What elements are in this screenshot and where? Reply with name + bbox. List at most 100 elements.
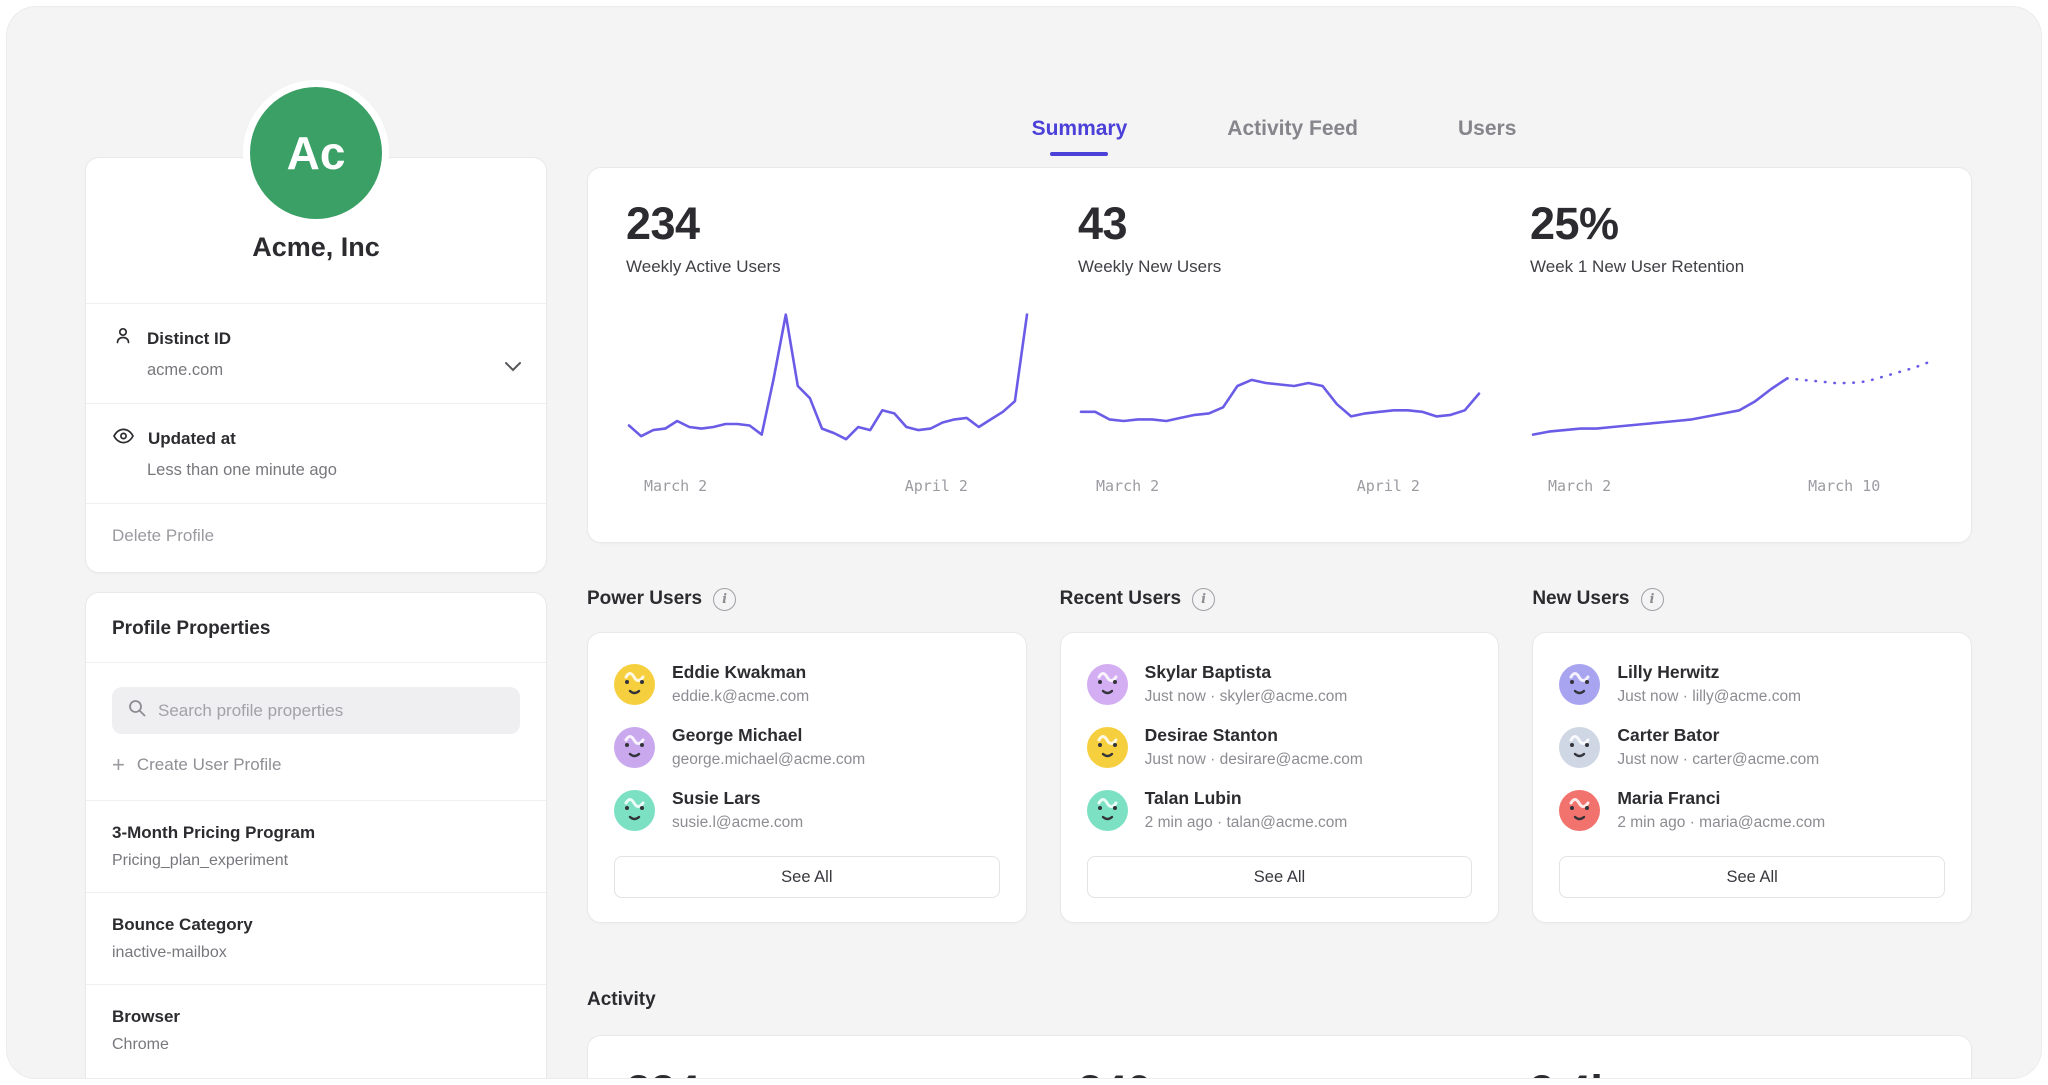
x-tick: March 2 (1548, 477, 1611, 495)
person-icon (112, 325, 134, 352)
user-name: Eddie Kwakman (672, 662, 809, 683)
user-row[interactable]: Lilly Herwitz Just now · lilly@acme.com (1559, 662, 1945, 706)
weekly-new-users-sparkline (1078, 307, 1482, 465)
eye-icon (112, 425, 135, 452)
user-row[interactable]: Carter Bator Just now · carter@acme.com (1559, 725, 1945, 769)
user-row[interactable]: Skylar Baptista Just now · skyler@acme.c… (1087, 662, 1473, 706)
user-section: Power Users i Eddie Kwakman eddie.k@acme… (587, 585, 1027, 923)
field-value: acme.com (147, 361, 520, 380)
stat-weekly-new-users: 43 Weekly New Users March 2 April 2 (1078, 198, 1482, 522)
tab-users[interactable]: Users (1458, 117, 1516, 156)
activity-card: 234 240 3.4k (587, 1035, 1972, 1079)
search-input[interactable] (158, 701, 505, 721)
property-name: Browser (112, 1007, 520, 1027)
stat-label: Week 1 New User Retention (1530, 257, 1933, 277)
user-name: Maria Franci (1617, 788, 1825, 809)
create-user-profile-button[interactable]: + Create User Profile (112, 754, 520, 776)
profile-properties-title: Profile Properties (86, 593, 546, 662)
stat-value: 234 (626, 198, 1030, 250)
x-axis: March 2 April 2 (1078, 477, 1482, 499)
summary-card: 234 Weekly Active Users March 2 April 2 … (587, 167, 1972, 543)
see-all-button[interactable]: See All (1087, 856, 1473, 898)
user-name: Lilly Herwitz (1617, 662, 1801, 683)
user-list-card: Eddie Kwakman eddie.k@acme.com George Mi… (587, 632, 1027, 923)
property-row[interactable]: Bounce Category inactive-mailbox (86, 893, 546, 984)
section-heading: Power Users i (587, 585, 1027, 613)
company-identity-card: Acme, Inc Distinct ID acme.com (85, 157, 547, 573)
user-detail: Just now · desirare@acme.com (1145, 751, 1363, 769)
user-sections-row: Power Users i Eddie Kwakman eddie.k@acme… (587, 585, 1972, 923)
profile-properties-search[interactable] (112, 687, 520, 734)
user-detail: susie.l@acme.com (672, 814, 803, 832)
company-initials: Ac (287, 126, 346, 180)
user-detail: eddie.k@acme.com (672, 688, 809, 706)
field-label: Updated at (148, 429, 236, 449)
user-detail: Just now · carter@acme.com (1617, 751, 1819, 769)
avatar (1559, 790, 1600, 831)
property-row[interactable]: 3-Month Pricing Program Pricing_plan_exp… (86, 801, 546, 892)
user-detail: 2 min ago · talan@acme.com (1145, 814, 1348, 832)
user-name: Talan Lubin (1145, 788, 1348, 809)
delete-profile-button[interactable]: Delete Profile (86, 504, 546, 572)
x-tick: April 2 (905, 477, 968, 495)
avatar (1559, 664, 1600, 705)
property-value: Pricing_plan_experiment (112, 852, 520, 870)
create-user-profile-label: Create User Profile (137, 755, 282, 775)
profile-properties-card: Profile Properties + Create User Profile… (85, 592, 547, 1079)
stat-value: 43 (1078, 198, 1482, 250)
company-avatar-wrap: Ac (85, 87, 547, 219)
user-detail: Just now · skyler@acme.com (1145, 688, 1348, 706)
user-list-card: Lilly Herwitz Just now · lilly@acme.com … (1532, 632, 1972, 923)
activity-stat: 240 (1078, 1066, 1482, 1079)
field-value: Less than one minute ago (147, 461, 520, 480)
info-icon[interactable]: i (713, 588, 736, 611)
x-tick: March 2 (644, 477, 707, 495)
tab-bar: Summary Activity Feed Users (579, 117, 1969, 156)
see-all-button[interactable]: See All (614, 856, 1000, 898)
user-row[interactable]: George Michael george.michael@acme.com (614, 725, 1000, 769)
updated-at-row: Updated at Less than one minute ago (86, 404, 546, 503)
user-row[interactable]: Desirae Stanton Just now · desirare@acme… (1087, 725, 1473, 769)
info-icon[interactable]: i (1192, 588, 1215, 611)
see-all-button[interactable]: See All (1559, 856, 1945, 898)
user-detail: Just now · lilly@acme.com (1617, 688, 1801, 706)
field-label: Distinct ID (147, 329, 231, 349)
user-detail: 2 min ago · maria@acme.com (1617, 814, 1825, 832)
avatar (614, 790, 655, 831)
section-heading: Recent Users i (1060, 585, 1500, 613)
section-title: Power Users (587, 588, 702, 610)
user-row[interactable]: Talan Lubin 2 min ago · talan@acme.com (1087, 788, 1473, 832)
x-tick: April 2 (1357, 477, 1420, 495)
property-name: 3-Month Pricing Program (112, 823, 520, 843)
property-row[interactable]: Browser Chrome (86, 985, 546, 1076)
x-axis: March 2 March 10 (1530, 477, 1933, 499)
user-name: Carter Bator (1617, 725, 1819, 746)
property-name: Bounce Category (112, 915, 520, 935)
app-frame: Ac Acme, Inc Distinct ID acme.com (6, 6, 2042, 1079)
section-title: Recent Users (1060, 588, 1181, 610)
stat-label: Weekly New Users (1078, 257, 1482, 277)
avatar (614, 727, 655, 768)
section-heading: New Users i (1532, 585, 1972, 613)
chevron-down-icon[interactable] (504, 360, 522, 378)
user-name: Skylar Baptista (1145, 662, 1348, 683)
plus-icon: + (112, 754, 125, 776)
avatar (1559, 727, 1600, 768)
activity-stat: 3.4k (1529, 1066, 1933, 1079)
activity-stat: 234 (626, 1066, 1030, 1079)
user-list-card: Skylar Baptista Just now · skyler@acme.c… (1060, 632, 1500, 923)
tab-summary[interactable]: Summary (1032, 117, 1128, 156)
user-row[interactable]: Maria Franci 2 min ago · maria@acme.com (1559, 788, 1945, 832)
info-icon[interactable]: i (1641, 588, 1664, 611)
weekly-active-users-sparkline (626, 307, 1030, 465)
user-detail: george.michael@acme.com (672, 751, 865, 769)
search-icon (127, 698, 147, 723)
user-name: Susie Lars (672, 788, 803, 809)
distinct-id-row: Distinct ID acme.com (86, 304, 546, 403)
user-name: Desirae Stanton (1145, 725, 1363, 746)
x-axis: March 2 April 2 (626, 477, 1030, 499)
user-row[interactable]: Susie Lars susie.l@acme.com (614, 788, 1000, 832)
tab-activity-feed[interactable]: Activity Feed (1227, 117, 1358, 156)
user-row[interactable]: Eddie Kwakman eddie.k@acme.com (614, 662, 1000, 706)
company-avatar: Ac (250, 87, 382, 219)
